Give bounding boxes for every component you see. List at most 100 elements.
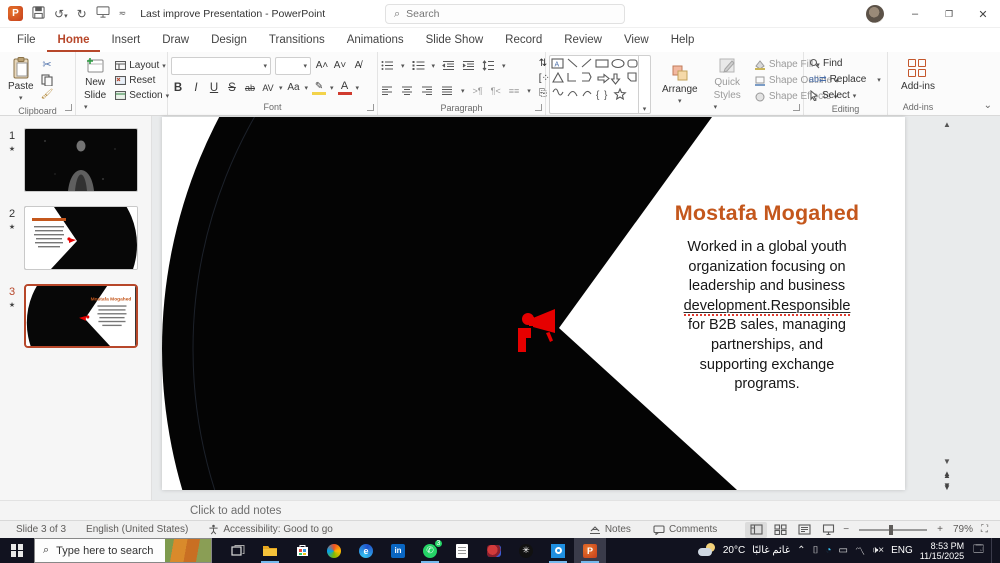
find-button[interactable]: Find xyxy=(807,57,884,70)
blue-o-app-icon[interactable] xyxy=(542,538,574,563)
addins-button[interactable]: Add-ins xyxy=(896,57,940,94)
text-direction-ltr-icon[interactable]: >¶ xyxy=(473,86,483,96)
undo-icon[interactable]: ↺▾ xyxy=(54,7,68,21)
normal-view-button[interactable] xyxy=(745,521,768,538)
italic-button[interactable]: I xyxy=(189,82,203,94)
slide-2-thumbnail[interactable] xyxy=(24,206,138,270)
language-indicator[interactable]: English (United States) xyxy=(76,524,198,535)
input-language[interactable]: ENG xyxy=(891,545,913,556)
bold-button[interactable]: B xyxy=(171,82,185,94)
shrink-font-icon[interactable]: A˅ xyxy=(333,60,347,71)
save-icon[interactable] xyxy=(32,5,45,22)
fit-slide-button[interactable]: ⛶ xyxy=(981,524,994,535)
tab-record[interactable]: Record xyxy=(494,30,553,52)
taskbar-search-box[interactable]: ⌕ Type here to search xyxy=(34,538,212,563)
font-dialog-launcher-icon[interactable] xyxy=(367,104,374,111)
notification-center-icon[interactable]: 🗔 xyxy=(973,542,984,559)
tab-file[interactable]: File xyxy=(6,30,47,52)
font-color-button[interactable]: A xyxy=(337,80,352,95)
format-painter-icon[interactable]: 🖌︎ xyxy=(41,89,54,100)
zoom-in-button[interactable]: + xyxy=(935,524,945,535)
slide-text-placeholder[interactable]: Mostafa Mogahed Worked in a global youth… xyxy=(622,201,912,395)
text-shadow-button[interactable]: ab xyxy=(243,83,257,93)
zoom-out-button[interactable]: − xyxy=(841,524,851,535)
tab-transitions[interactable]: Transitions xyxy=(258,30,336,52)
minimize-button[interactable]: – xyxy=(898,0,932,28)
grow-font-icon[interactable]: A˄ xyxy=(315,60,329,71)
font-size-combobox[interactable]: ▾ xyxy=(275,56,311,75)
thumbnail-row-1[interactable]: 1 ★ xyxy=(0,128,151,192)
tab-animations[interactable]: Animations xyxy=(336,30,415,52)
slide-body-text[interactable]: Worked in a global youth organization foc… xyxy=(622,238,912,395)
vertical-scrollbar[interactable]: ▲ ▼ ▲ ▲ ▼ ▼ xyxy=(940,116,954,500)
tab-insert[interactable]: Insert xyxy=(100,30,151,52)
tray-chevron-icon[interactable]: ⌃ xyxy=(797,545,805,556)
notes-toggle[interactable]: Notes xyxy=(579,524,641,535)
reset-button[interactable]: Reset xyxy=(113,74,171,87)
copy-icon[interactable] xyxy=(41,74,54,86)
numbering-icon[interactable] xyxy=(412,60,425,71)
slide-1-thumbnail[interactable] xyxy=(24,128,138,192)
clear-formatting-icon[interactable]: A̸ xyxy=(351,60,365,71)
clock[interactable]: 8:53 PM 11/15/2025 xyxy=(920,541,966,561)
increase-indent-icon[interactable] xyxy=(462,60,475,71)
change-case-button[interactable]: Aa xyxy=(287,82,301,93)
slide-indicator[interactable]: Slide 3 of 3 xyxy=(6,524,76,535)
thumbnail-row-3[interactable]: 3 ★ Mostafa Mogahed xyxy=(0,284,151,348)
shapes-more-icon[interactable]: ▾ xyxy=(638,56,650,113)
linkedin-icon[interactable]: in xyxy=(382,538,414,563)
tab-help[interactable]: Help xyxy=(660,30,706,52)
paragraph-dialog-launcher-icon[interactable] xyxy=(535,104,542,111)
layout-button[interactable]: Layout ▾ xyxy=(113,59,171,72)
zoom-slider[interactable] xyxy=(859,524,928,535)
start-slideshow-icon[interactable] xyxy=(96,6,110,21)
phone-link-icon[interactable]: ⌷ xyxy=(812,545,818,556)
strikethrough-button[interactable]: S xyxy=(225,82,239,94)
edge-tray-icon[interactable]: ◔ xyxy=(825,545,831,556)
scroll-down-icon[interactable]: ▼ xyxy=(943,457,951,466)
tab-home[interactable]: Home xyxy=(46,30,101,52)
tab-review[interactable]: Review xyxy=(553,30,613,52)
slideshow-view-button[interactable] xyxy=(817,522,839,538)
bullets-icon[interactable] xyxy=(381,60,394,71)
weather-condition[interactable]: غائم غالبًا xyxy=(752,545,790,556)
weather-temperature[interactable]: 20°C xyxy=(723,545,745,556)
comments-toggle[interactable]: Comments xyxy=(643,524,727,535)
underline-button[interactable]: U xyxy=(207,82,221,94)
text-direction-rtl-icon[interactable]: ¶< xyxy=(491,86,501,96)
scroll-up-icon[interactable]: ▲ xyxy=(943,120,951,129)
slide-sorter-view-button[interactable] xyxy=(769,522,791,538)
drawing-dialog-launcher-icon[interactable] xyxy=(793,104,800,111)
undo-caret-icon[interactable]: ▾ xyxy=(64,13,68,20)
network-icon[interactable]: 〽 xyxy=(855,543,865,558)
clipboard-dialog-launcher-icon[interactable] xyxy=(65,104,72,111)
character-spacing-button[interactable]: AV xyxy=(261,83,275,93)
search-input[interactable] xyxy=(406,8,587,20)
paste-button[interactable]: Paste ▾ xyxy=(3,55,39,104)
slide-title[interactable]: Mostafa Mogahed xyxy=(622,201,912,226)
edge-icon[interactable]: e xyxy=(350,538,382,563)
battery-icon[interactable]: ▭ xyxy=(839,545,848,556)
tab-slide-show[interactable]: Slide Show xyxy=(415,30,495,52)
next-slide-button[interactable]: ▼ ▼ xyxy=(943,482,951,492)
restore-button[interactable]: ❐ xyxy=(932,0,966,28)
tab-design[interactable]: Design xyxy=(200,30,258,52)
zoom-level[interactable]: 79% xyxy=(947,524,979,535)
align-left-icon[interactable] xyxy=(381,85,393,96)
line-spacing-icon[interactable] xyxy=(482,60,495,71)
media-app-icon[interactable] xyxy=(478,538,510,563)
shapes-gallery[interactable]: A {} ▾ xyxy=(549,55,651,114)
chatgpt-icon[interactable]: ✳ xyxy=(510,538,542,563)
whatsapp-icon[interactable]: ✆ 3 xyxy=(414,538,446,563)
reading-view-button[interactable] xyxy=(793,522,815,538)
collapse-ribbon-icon[interactable]: ⌄ xyxy=(984,100,992,111)
justify-icon[interactable] xyxy=(441,85,453,96)
microsoft-store-icon[interactable] xyxy=(286,538,318,563)
start-button[interactable] xyxy=(0,538,34,563)
quick-styles-button[interactable]: Quick Styles ▾ xyxy=(709,55,746,114)
new-slide-button[interactable]: New Slide ▾ xyxy=(79,55,111,114)
replace-button[interactable]: ab⇄ Replace ▾ xyxy=(807,73,884,86)
select-button[interactable]: Select ▾ xyxy=(807,89,884,102)
redo-icon[interactable]: ↻ xyxy=(77,7,87,21)
show-desktop-button[interactable] xyxy=(991,538,996,563)
